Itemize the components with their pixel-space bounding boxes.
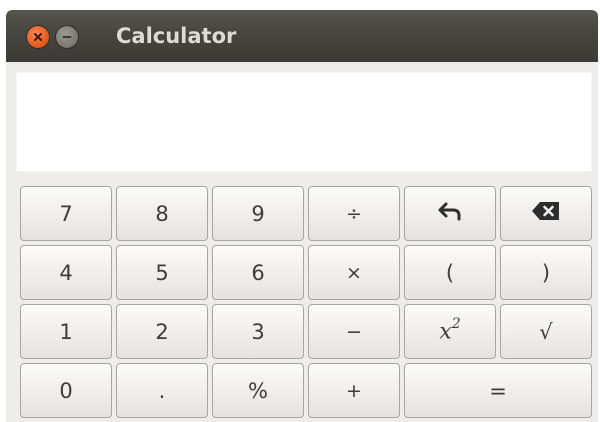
calculator-window: Calculator 7 8 9 ÷ 4 5 6 × () 1 2 3 − x… [6,10,598,422]
key-label: 9 [251,201,265,226]
key-percent[interactable]: % [212,363,304,418]
key-1[interactable]: 1 [20,304,112,359]
key-close-paren[interactable]: ) [500,245,592,300]
square-base: x [439,319,452,345]
key-label: 3 [251,319,265,344]
key-label: 4 [59,260,73,285]
backspace-icon [531,201,561,226]
key-label: 7 [59,201,73,226]
undo-icon [437,200,463,227]
key-6[interactable]: 6 [212,245,304,300]
key-label: ) [541,260,551,285]
key-label: ÷ [346,202,362,225]
key-multiply[interactable]: × [308,245,400,300]
key-9[interactable]: 9 [212,186,304,241]
key-7[interactable]: 7 [20,186,112,241]
key-label: ( [445,260,455,285]
key-label: √ [539,319,553,344]
key-open-paren[interactable]: ( [404,245,496,300]
key-subtract[interactable]: − [308,304,400,359]
key-label: 1 [59,319,73,344]
title-bar[interactable]: Calculator [6,10,598,62]
key-label: 8 [155,201,169,226]
key-divide[interactable]: ÷ [308,186,400,241]
close-icon [33,32,43,42]
key-5[interactable]: 5 [116,245,208,300]
key-decimal-point[interactable]: . [116,363,208,418]
key-label: 6 [251,260,265,285]
key-label: + [346,379,362,402]
key-label: 5 [155,260,169,285]
key-3[interactable]: 3 [212,304,304,359]
key-square[interactable]: x2 [404,304,496,359]
key-8[interactable]: 8 [116,186,208,241]
key-label: x2 [439,316,461,345]
backspace-button[interactable] [500,186,592,241]
minimize-icon [62,32,72,42]
key-label: . [158,378,166,403]
key-label: = [489,378,507,403]
key-2[interactable]: 2 [116,304,208,359]
key-0[interactable]: 0 [20,363,112,418]
key-4[interactable]: 4 [20,245,112,300]
window-title: Calculator [116,24,237,48]
calculator-display[interactable] [16,72,592,172]
key-add[interactable]: + [308,363,400,418]
key-label: × [346,261,362,284]
key-label: 0 [59,378,73,403]
minimize-button[interactable] [56,26,78,48]
key-label: % [248,378,268,403]
undo-button[interactable] [404,186,496,241]
key-equals[interactable]: = [404,363,592,418]
key-square-root[interactable]: √ [500,304,592,359]
close-button[interactable] [27,26,49,48]
square-exponent: 2 [451,316,461,333]
key-label: − [346,320,362,343]
key-label: 2 [155,319,169,344]
